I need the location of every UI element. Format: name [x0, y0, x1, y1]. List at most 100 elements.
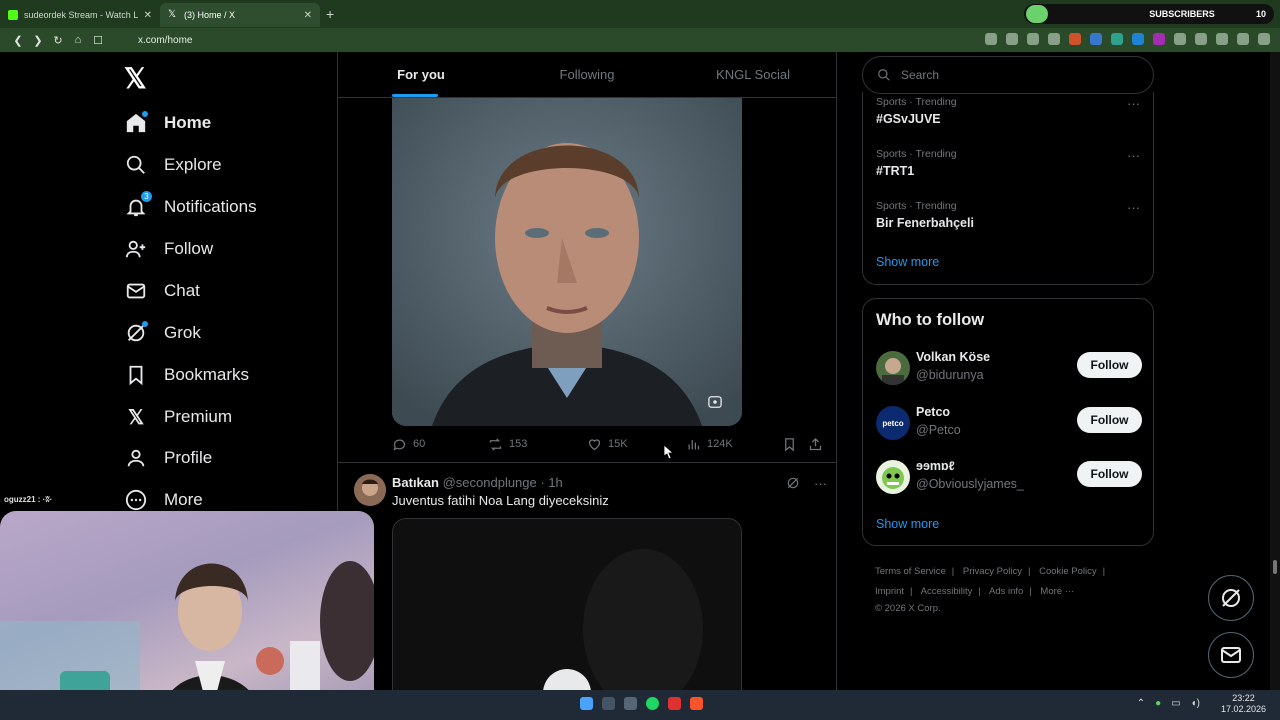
brave-browser-icon[interactable]	[690, 697, 703, 710]
petco-logo[interactable]: petco	[876, 406, 910, 440]
repost-button[interactable]: 153	[488, 437, 527, 452]
scrollbar-thumb[interactable]	[1273, 560, 1277, 574]
bookmark-button[interactable]	[782, 437, 797, 452]
tab-close-icon[interactable]: ✕	[304, 10, 312, 21]
sidebar-item-premium[interactable]: 𝕏 Premium	[124, 399, 232, 435]
sidebar-item-home[interactable]: Home	[124, 105, 211, 141]
vpn-icon[interactable]	[1237, 33, 1249, 45]
bookmark-page-icon[interactable]: ☐	[88, 34, 108, 47]
sidebar-item-chat[interactable]: Chat	[124, 273, 200, 309]
network-icon[interactable]: ▭	[1171, 698, 1180, 709]
sidebar-item-follow[interactable]: Follow	[124, 231, 213, 267]
extension-icon[interactable]	[1153, 33, 1165, 45]
footer-link-more[interactable]: More ···	[1040, 586, 1074, 597]
menu-icon[interactable]	[1258, 33, 1270, 45]
trend-item[interactable]: Sports · Trending Bir Fenerbahçeli ···	[876, 200, 1142, 230]
follow-user-handle[interactable]: @Obviouslyjames_	[916, 477, 1024, 491]
browser-tab-x[interactable]: 𝕏 (3) Home / X ✕	[160, 3, 320, 27]
search-placeholder: Search	[901, 68, 940, 82]
tab-for-you[interactable]: For you	[338, 52, 504, 97]
extension-icon[interactable]	[1090, 33, 1102, 45]
translate-icon[interactable]	[985, 33, 997, 45]
post-image[interactable]	[392, 98, 742, 426]
like-button[interactable]: 15K	[587, 437, 628, 452]
sidebar-item-notifications[interactable]: 3 Notifications	[124, 189, 257, 225]
footer-link-imprint[interactable]: Imprint	[875, 586, 904, 597]
zoom-icon[interactable]	[1006, 33, 1018, 45]
share-icon[interactable]	[1048, 33, 1060, 45]
music-icon[interactable]	[1216, 33, 1228, 45]
post-video[interactable]	[392, 518, 742, 690]
sidebar-item-grok[interactable]: Grok	[124, 315, 201, 351]
trends-show-more-link[interactable]: Show more	[876, 255, 939, 269]
alt-image-icon[interactable]	[708, 395, 722, 409]
follow-user-name[interactable]: Petco	[916, 405, 950, 419]
more-options-icon[interactable]: ···	[1127, 96, 1140, 111]
home-nav-icon[interactable]: ⌂	[68, 34, 88, 46]
follow-button[interactable]: Follow	[1077, 352, 1142, 378]
extension-icon[interactable]	[1111, 33, 1123, 45]
speaker-icon[interactable]: ◖)	[1191, 698, 1200, 709]
avatar[interactable]	[876, 460, 910, 494]
app-icon[interactable]	[668, 697, 681, 710]
windows-start-icon[interactable]	[580, 697, 593, 710]
views-button[interactable]: 124K	[686, 437, 733, 452]
messages-fab-button[interactable]	[1208, 632, 1254, 678]
tab-close-icon[interactable]: ✕	[144, 10, 152, 21]
follow-suggestion[interactable]: ɘɘmɒℓ @Obviouslyjames_ Follow	[876, 458, 1142, 498]
more-options-icon[interactable]: ···	[814, 476, 827, 491]
x-logo-icon[interactable]: 𝕏	[124, 62, 147, 95]
post-author-name[interactable]: Batıkan	[392, 475, 439, 490]
follow-user-name[interactable]: ɘɘmɒℓ	[916, 459, 955, 473]
follow-suggestion[interactable]: Volkan Köse @bidurunya Follow	[876, 349, 1142, 389]
brave-shield-icon[interactable]	[1069, 33, 1081, 45]
follow-suggestion[interactable]: petco Petco @Petco Follow	[876, 404, 1142, 444]
spotify-icon[interactable]	[646, 697, 659, 710]
follow-user-name[interactable]: Volkan Köse	[916, 350, 990, 364]
reply-button[interactable]: 60	[392, 437, 425, 452]
tab-kngl-social[interactable]: KNGL Social	[670, 52, 836, 97]
reload-icon[interactable]: ↻	[48, 34, 68, 47]
who-to-follow-show-more-link[interactable]: Show more	[876, 517, 939, 531]
chevron-up-icon[interactable]: ⌃	[1137, 698, 1145, 709]
plus-icon[interactable]: +	[326, 6, 334, 22]
search-input[interactable]: Search	[862, 56, 1154, 94]
sidebar-item-bookmarks[interactable]: Bookmarks	[124, 357, 249, 393]
follow-user-handle[interactable]: @Petco	[916, 423, 961, 437]
post-time[interactable]: · 1h	[540, 475, 562, 490]
footer-link-accessibility[interactable]: Accessibility	[921, 586, 973, 597]
follow-button[interactable]: Follow	[1077, 461, 1142, 487]
sidebar-icon[interactable]	[1195, 33, 1207, 45]
more-options-icon[interactable]: ···	[1127, 200, 1140, 215]
sidebar-item-profile[interactable]: Profile	[124, 440, 212, 476]
grok-icon[interactable]	[786, 476, 800, 490]
footer-link-ads-info[interactable]: Ads info	[989, 586, 1023, 597]
share-button[interactable]	[808, 437, 823, 452]
trend-item[interactable]: Sports · Trending #GSvJUVE ···	[876, 96, 1142, 126]
cast-icon[interactable]	[1027, 33, 1039, 45]
extension-icon[interactable]	[1132, 33, 1144, 45]
sidebar-item-explore[interactable]: Explore	[124, 147, 222, 183]
tab-following[interactable]: Following	[504, 52, 670, 97]
follow-user-handle[interactable]: @bidurunya	[916, 368, 984, 382]
trend-item[interactable]: Sports · Trending #TRT1 ···	[876, 148, 1142, 178]
footer-link-privacy[interactable]: Privacy Policy	[963, 566, 1022, 577]
page-scrollbar[interactable]	[1270, 52, 1280, 690]
more-options-icon[interactable]: ···	[1127, 148, 1140, 163]
avatar[interactable]	[876, 351, 910, 385]
post-author-handle[interactable]: @secondplunge	[443, 475, 537, 490]
app-icon[interactable]	[624, 697, 637, 710]
forward-icon[interactable]: ❯	[28, 34, 48, 47]
footer-link-terms[interactable]: Terms of Service	[875, 566, 946, 577]
avatar[interactable]	[354, 474, 386, 506]
url-field[interactable]: x.com/home	[138, 35, 192, 46]
search-icon[interactable]	[602, 697, 615, 710]
puzzle-icon[interactable]	[1174, 33, 1186, 45]
follow-button[interactable]: Follow	[1077, 407, 1142, 433]
grok-fab-button[interactable]	[1208, 575, 1254, 621]
footer-link-cookie[interactable]: Cookie Policy	[1039, 566, 1097, 577]
microphone-icon[interactable]: ●	[1155, 698, 1161, 709]
back-icon[interactable]: ❮	[8, 34, 28, 47]
taskbar-clock[interactable]: 23:22 17.02.2026	[1221, 693, 1266, 715]
browser-tab-kick[interactable]: sudeordek Stream - Watch Live o ✕	[0, 3, 160, 27]
